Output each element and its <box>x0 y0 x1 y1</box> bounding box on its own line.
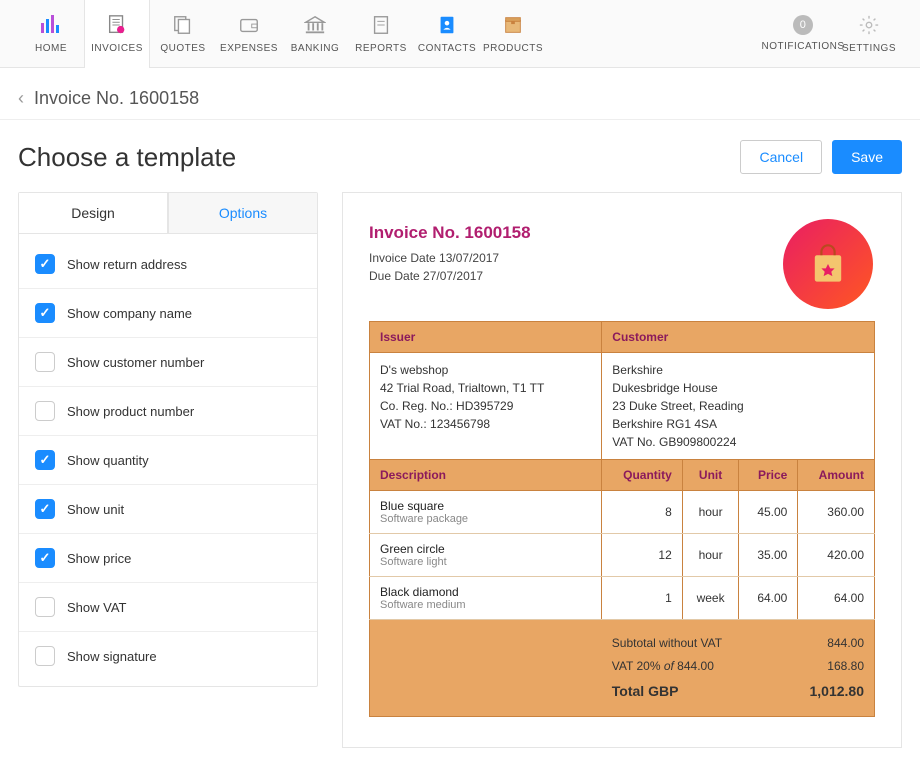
option-3[interactable]: Show product number <box>19 387 317 436</box>
back-chevron-icon[interactable]: ‹ <box>18 88 24 109</box>
nav-label: PRODUCTS <box>483 43 543 54</box>
customer-header: Customer <box>602 322 875 353</box>
nav-label: SETTINGS <box>842 43 896 54</box>
option-8[interactable]: Show signature <box>19 632 317 680</box>
checkbox-icon[interactable] <box>35 548 55 568</box>
nav-label: HOME <box>35 43 67 54</box>
notification-badge: 0 <box>793 15 813 35</box>
nav-label: EXPENSES <box>220 43 278 54</box>
gear-icon <box>857 13 881 37</box>
option-label: Show return address <box>67 257 187 272</box>
nav-home[interactable]: HOME <box>18 0 84 68</box>
nav-label: REPORTS <box>355 43 407 54</box>
report-icon <box>369 13 393 37</box>
checkbox-icon[interactable] <box>35 597 55 617</box>
options-panel: Design Options Show return address Show c… <box>18 192 318 687</box>
option-6[interactable]: Show price <box>19 534 317 583</box>
option-4[interactable]: Show quantity <box>19 436 317 485</box>
issuer-address: D's webshop42 Trial Road, Trialtown, T1 … <box>370 353 602 460</box>
top-nav: HOME INVOICES QUOTES EXPENSES BANKING RE… <box>0 0 920 68</box>
checkbox-icon[interactable] <box>35 499 55 519</box>
nav-invoices[interactable]: INVOICES <box>84 0 150 68</box>
bank-icon <box>303 13 327 37</box>
save-button[interactable]: Save <box>832 140 902 174</box>
option-label: Show price <box>67 551 131 566</box>
col-unit: Unit <box>682 460 739 491</box>
nav-label: CONTACTS <box>418 43 476 54</box>
nav-label: INVOICES <box>91 43 143 54</box>
option-label: Show product number <box>67 404 194 419</box>
col-amount: Amount <box>798 460 875 491</box>
invoice-icon <box>105 13 129 37</box>
line-item: Blue squareSoftware package8hour45.00360… <box>370 491 875 534</box>
option-label: Show signature <box>67 649 157 664</box>
issuer-header: Issuer <box>370 322 602 353</box>
breadcrumb-text: Invoice No. 1600158 <box>34 88 199 109</box>
shopping-bag-icon <box>806 242 850 286</box>
option-label: Show company name <box>67 306 192 321</box>
option-0[interactable]: Show return address <box>19 240 317 289</box>
contact-icon <box>435 13 459 37</box>
option-1[interactable]: Show company name <box>19 289 317 338</box>
totals-block: Subtotal without VAT844.00 VAT 20% of 84… <box>612 628 864 708</box>
line-item: Black diamondSoftware medium1week64.0064… <box>370 577 875 620</box>
option-label: Show quantity <box>67 453 149 468</box>
nav-quotes[interactable]: QUOTES <box>150 0 216 68</box>
customer-address: BerkshireDukesbridge House23 Duke Street… <box>602 353 875 460</box>
nav-contacts[interactable]: CONTACTS <box>414 0 480 68</box>
checkbox-icon[interactable] <box>35 646 55 666</box>
option-2[interactable]: Show customer number <box>19 338 317 387</box>
option-label: Show unit <box>67 502 124 517</box>
col-quantity: Quantity <box>602 460 682 491</box>
line-item: Green circleSoftware light12hour35.00420… <box>370 534 875 577</box>
col-price: Price <box>739 460 798 491</box>
option-7[interactable]: Show VAT <box>19 583 317 632</box>
breadcrumb-bar: ‹ Invoice No. 1600158 <box>0 68 920 120</box>
tab-options[interactable]: Options <box>168 193 317 234</box>
wallet-icon <box>237 13 261 37</box>
quote-icon <box>171 13 195 37</box>
checkbox-icon[interactable] <box>35 352 55 372</box>
checkbox-icon[interactable] <box>35 254 55 274</box>
invoice-preview: Invoice No. 1600158 Invoice Date 13/07/2… <box>342 192 902 748</box>
nav-settings[interactable]: SETTINGS <box>836 0 902 68</box>
invoice-table: Issuer Customer D's webshop42 Trial Road… <box>369 321 875 717</box>
cancel-button[interactable]: Cancel <box>740 140 822 174</box>
bars-icon <box>39 13 63 37</box>
option-label: Show customer number <box>67 355 204 370</box>
nav-banking[interactable]: BANKING <box>282 0 348 68</box>
nav-label: QUOTES <box>160 43 205 54</box>
box-icon <box>501 13 525 37</box>
nav-expenses[interactable]: EXPENSES <box>216 0 282 68</box>
option-label: Show VAT <box>67 600 126 615</box>
col-description: Description <box>370 460 602 491</box>
nav-label: BANKING <box>291 43 340 54</box>
checkbox-icon[interactable] <box>35 401 55 421</box>
nav-notifications[interactable]: 0 NOTIFICATIONS <box>770 0 836 68</box>
nav-reports[interactable]: REPORTS <box>348 0 414 68</box>
tab-design[interactable]: Design <box>19 193 168 234</box>
page-title: Choose a template <box>18 142 236 173</box>
logo-badge <box>783 219 873 309</box>
checkbox-icon[interactable] <box>35 303 55 323</box>
nav-products[interactable]: PRODUCTS <box>480 0 546 68</box>
nav-label: NOTIFICATIONS <box>762 41 845 52</box>
checkbox-icon[interactable] <box>35 450 55 470</box>
option-5[interactable]: Show unit <box>19 485 317 534</box>
